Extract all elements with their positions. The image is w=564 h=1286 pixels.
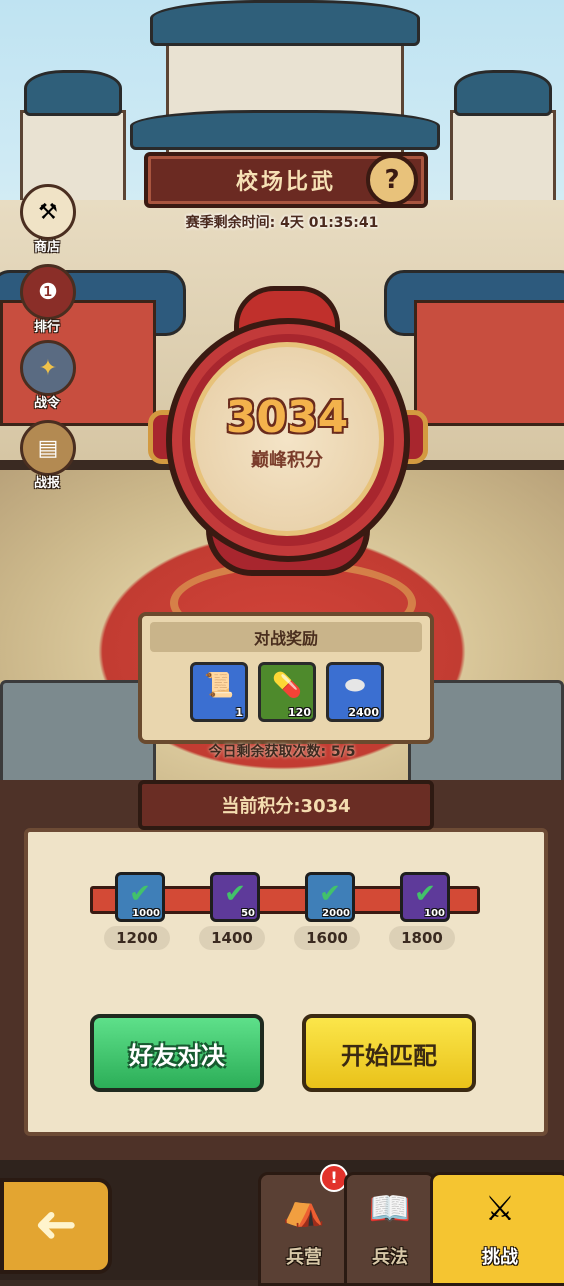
reward-item[interactable]: ⬬ 2400	[326, 662, 384, 722]
reward-count: 1	[235, 706, 243, 719]
reward-count: 120	[288, 706, 311, 719]
side-menu-label: 排行	[33, 320, 60, 335]
side-menu-battle-pass[interactable]: ✦ 战令	[16, 340, 76, 420]
check-icon: ✔	[319, 879, 341, 909]
reward-item[interactable]: 📜 1	[190, 662, 248, 722]
side-menu-shop[interactable]: ⚒ 商店	[16, 184, 76, 264]
check-icon: ✔	[224, 879, 246, 909]
ranking-icon: ❶	[20, 264, 76, 320]
back-button[interactable]: ➜	[0, 1178, 112, 1274]
palace-roof-lower	[130, 110, 440, 150]
strategy-icon: 📖	[368, 1189, 412, 1229]
tab-label: 挑战	[482, 1247, 518, 1268]
milestone-score: 1400	[199, 926, 265, 950]
start-match-button[interactable]: 开始匹配	[302, 1014, 476, 1092]
scroll-icon: 📜	[204, 671, 234, 699]
challenge-icon: ⚔	[484, 1189, 516, 1229]
milestone-score: 1600	[294, 926, 360, 950]
silver-ingot-icon: ⬬	[344, 671, 366, 699]
reward-item[interactable]: 💊 120	[258, 662, 316, 722]
season-timer: 赛季剩余时间: 4天 01:35:41	[185, 215, 379, 231]
tab-label: 兵营	[286, 1247, 322, 1268]
side-menu-label: 战报	[33, 476, 60, 491]
reward-count: 2400	[348, 706, 379, 719]
back-arrow-icon: ➜	[34, 1196, 78, 1256]
barracks-icon: ⛺	[282, 1189, 326, 1229]
shop-icon: ⚒	[20, 184, 76, 240]
left-fence	[0, 680, 156, 786]
milestone-score: 1200	[104, 926, 170, 950]
right-tent	[414, 300, 564, 426]
help-button[interactable]: ?	[366, 154, 418, 206]
milestone-reward[interactable]: ✔ 1000	[115, 872, 165, 922]
side-menu-battle-report[interactable]: ▤ 战报	[16, 420, 76, 500]
battle-pass-icon: ✦	[20, 340, 76, 396]
milestone-reward[interactable]: ✔ 100	[400, 872, 450, 922]
battle-reward-panel: 对战奖励 📜 1 💊 120 ⬬ 2400	[138, 612, 434, 744]
remaining-attempts: 今日剩余获取次数: 5/5	[208, 744, 356, 760]
milestone-reward[interactable]: ✔ 50	[210, 872, 260, 922]
right-tower-roof	[454, 70, 552, 116]
pill-icon: 💊	[272, 671, 302, 699]
friend-battle-button[interactable]: 好友对决	[90, 1014, 264, 1092]
peak-score-value: 3034	[225, 392, 349, 443]
milestone-reward[interactable]: ✔ 2000	[305, 872, 355, 922]
left-tower-roof	[24, 70, 122, 116]
side-menu-label: 商店	[33, 240, 60, 255]
milestone-score: 1800	[389, 926, 455, 950]
check-icon: ✔	[414, 879, 436, 909]
side-menu-label: 战令	[33, 396, 60, 411]
battle-report-icon: ▤	[20, 420, 76, 476]
question-mark-icon: ?	[384, 165, 400, 195]
peak-score-label: 巅峰积分	[251, 450, 323, 471]
current-score-plate: 当前积分:3034	[138, 780, 434, 830]
milestone-count: 2000	[322, 908, 350, 919]
palace-roof-top	[150, 0, 420, 46]
current-score: 当前积分:3034	[221, 796, 351, 817]
side-menu-ranking[interactable]: ❶ 排行	[16, 264, 76, 344]
milestone-count: 100	[424, 908, 445, 919]
page-title: 校场比武	[235, 170, 336, 195]
tab-label: 兵法	[372, 1247, 408, 1268]
tab-challenge[interactable]: ⚔ 挑战	[430, 1172, 564, 1286]
reward-title: 对战奖励	[150, 622, 422, 652]
tab-strategy[interactable]: 📖 兵法	[344, 1172, 436, 1286]
check-icon: ✔	[129, 879, 151, 909]
milestone-count: 50	[241, 908, 255, 919]
milestone-count: 1000	[132, 908, 160, 919]
